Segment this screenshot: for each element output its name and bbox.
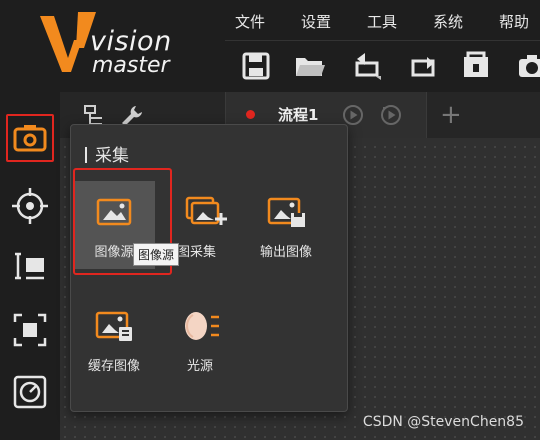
watermark-text: CSDN @StevenChen85 (362, 414, 524, 430)
image-cache-icon (95, 311, 132, 341)
tab-flow-label: 流程1 (278, 106, 319, 124)
save-icon[interactable] (239, 49, 273, 83)
app-logo: vision master (38, 10, 188, 80)
menu-tools[interactable]: 工具 (367, 11, 397, 32)
tool-output-image[interactable]: 输出图像 (245, 181, 327, 269)
tool-label: 输出图像 (259, 245, 312, 260)
panel-title-text: 采集 (95, 146, 129, 166)
run-loop-icon[interactable] (380, 104, 402, 126)
menu-settings[interactable]: 设置 (301, 11, 331, 32)
crosshair-icon (12, 188, 48, 224)
panel-title: 采集 (85, 141, 129, 166)
camera-icon (13, 125, 47, 152)
multi-image-add-icon (185, 196, 227, 225)
light-source-icon (185, 312, 219, 340)
top-bar: vision master 文件 设置 工具 系统 帮助 (0, 0, 540, 92)
measure-icon (15, 252, 44, 280)
image-icon (96, 198, 132, 226)
focus-frame-icon (13, 313, 47, 347)
image-save-icon (267, 197, 305, 227)
run-once-icon[interactable] (342, 104, 364, 126)
logo-v-icon (40, 12, 96, 72)
redo-icon[interactable] (405, 49, 439, 83)
title-accent-bar (85, 147, 87, 163)
tool-cache-image[interactable]: 缓存图像 (73, 295, 155, 383)
rail-calibrate-button[interactable] (6, 368, 54, 416)
logo-text-master: master (92, 53, 170, 78)
rail-recognize-button[interactable] (6, 306, 54, 354)
menu-system[interactable]: 系统 (433, 11, 463, 32)
rail-camera-button[interactable] (6, 114, 54, 162)
tool-label: 光源 (186, 359, 213, 374)
open-folder-icon[interactable] (293, 49, 327, 83)
menu-file[interactable]: 文件 (235, 11, 265, 32)
tool-label: 缓存图像 (87, 359, 140, 374)
tool-light-source[interactable]: 光源 (159, 295, 241, 383)
flow-status-dot (246, 110, 255, 119)
acquisition-tool-panel: 采集 图像源 多图采集 输出图像 缓存图像 光源 (70, 124, 348, 412)
rail-measure-button[interactable] (6, 242, 54, 290)
menu-help[interactable]: 帮助 (499, 11, 529, 32)
undo-icon[interactable] (351, 49, 385, 83)
lock-icon[interactable] (459, 49, 493, 83)
left-tool-rail (0, 92, 60, 440)
camera-icon[interactable] (515, 49, 540, 83)
dial-icon (13, 375, 47, 409)
add-tab-button[interactable]: + (440, 100, 462, 130)
rail-locate-button[interactable] (6, 182, 54, 230)
main-toolbar (225, 40, 540, 93)
tool-tooltip: 图像源 (133, 243, 180, 266)
menu-bar: 文件 设置 工具 系统 帮助 (225, 0, 540, 40)
